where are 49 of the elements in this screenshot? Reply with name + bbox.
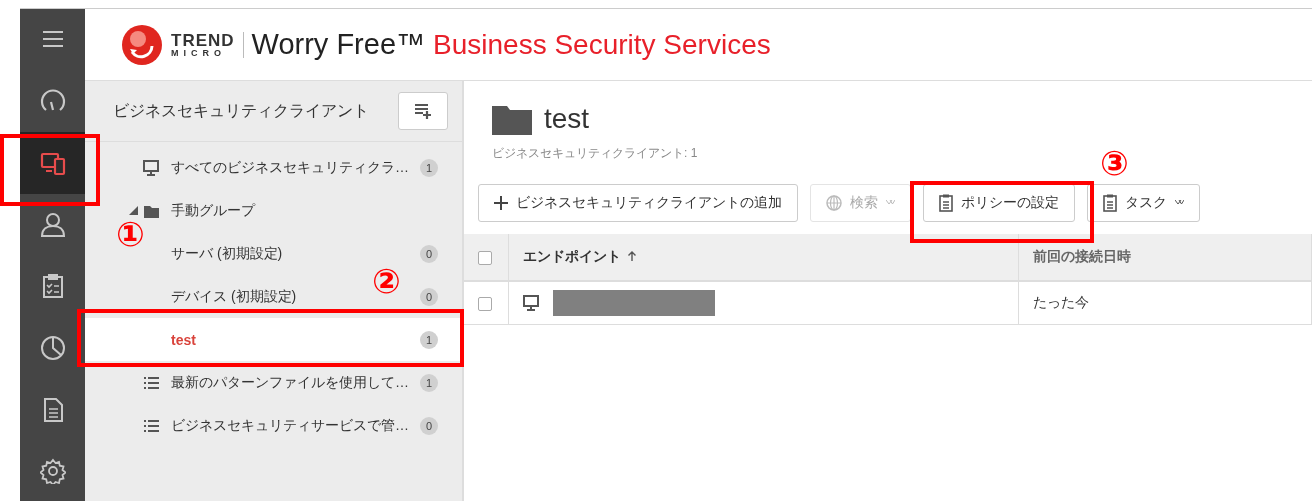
count-badge: 0: [420, 287, 438, 306]
tree-item[interactable]: 最新のパターンファイルを使用して…: [171, 374, 409, 390]
clipboard-icon: [1103, 194, 1117, 212]
monitor-icon: [523, 295, 539, 311]
step-number: ①: [116, 217, 145, 251]
list-icon: [143, 374, 159, 391]
expand-caret-icon[interactable]: [129, 206, 138, 215]
page-title: test: [544, 103, 590, 135]
tree-item[interactable]: すべてのビジネスセキュリティクラ…: [171, 159, 409, 175]
count-badge: 1: [420, 158, 438, 177]
globe-icon: [826, 195, 842, 211]
nav-rail-item[interactable]: [20, 132, 85, 194]
tree-item[interactable]: ビジネスセキュリティサービスで管…: [171, 417, 409, 433]
product-name: Business Security Services: [433, 28, 771, 61]
tree-item[interactable]: デバイス (初期設定): [171, 288, 297, 304]
client-count: ビジネスセキュリティクライアント: 1: [491, 145, 699, 162]
user-icon: [39, 211, 66, 238]
count-badge: 0: [420, 416, 438, 435]
tree-item[interactable]: 手動グループ: [171, 202, 255, 218]
list-icon: [143, 417, 159, 434]
product-name: Worry Free™: [251, 28, 426, 61]
checkbox[interactable]: [478, 297, 492, 312]
add-list-icon: [414, 103, 432, 119]
devices-icon: [39, 150, 66, 177]
logo-icon: [121, 23, 163, 66]
plus-icon: [494, 196, 508, 210]
folder-icon: [492, 103, 532, 135]
panel-title: ビジネスセキュリティクライアント: [113, 100, 369, 121]
checkbox[interactable]: [478, 251, 492, 266]
clipboard-icon: [939, 194, 953, 212]
step-number: ②: [372, 264, 401, 298]
step-number: ③: [1100, 146, 1129, 180]
count-badge: 1: [420, 373, 438, 392]
settings-icon: [39, 458, 66, 485]
brand-name: TREND: [171, 31, 235, 49]
table-cell: たった今: [1018, 281, 1312, 325]
brand-name: MICRO: [171, 48, 227, 58]
monitor-icon: [143, 159, 159, 176]
tree-item[interactable]: test: [171, 331, 196, 348]
column-header[interactable]: エンドポイント: [508, 234, 1019, 281]
toolbar-button[interactable]: タスク: [1087, 184, 1200, 222]
pie-chart-icon: [39, 334, 66, 361]
toolbar-button[interactable]: ビジネスセキュリティクライアントの追加: [478, 184, 798, 222]
count-badge: 1: [420, 330, 438, 349]
toolbar-button[interactable]: ポリシーの設定: [923, 184, 1075, 222]
count-badge: 0: [420, 244, 438, 263]
tree-item[interactable]: サーバ (初期設定): [171, 245, 283, 261]
add-group-button[interactable]: [398, 92, 448, 130]
column-header[interactable]: 前回の接続日時: [1018, 234, 1312, 281]
